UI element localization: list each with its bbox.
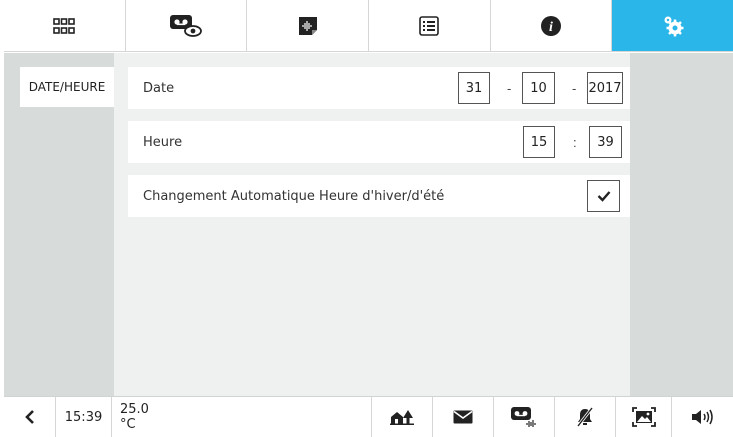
month-field[interactable]: 10 [522, 72, 555, 104]
sidebar-item-label: DATE/HEURE [28, 80, 106, 94]
date-row: Date 31 - 10 - 2017 [128, 67, 630, 109]
home-scene-button[interactable] [372, 397, 433, 437]
svg-text:i: i [549, 20, 553, 35]
sidebar: DATE/HEURE [4, 53, 114, 396]
tab-apps[interactable] [4, 0, 126, 51]
top-navigation: i [4, 0, 733, 52]
time-separator: : [573, 134, 577, 150]
tab-list[interactable] [369, 0, 491, 51]
day-field[interactable]: 31 [458, 72, 490, 104]
checkmark-icon [597, 191, 610, 202]
minute-field[interactable]: 39 [589, 126, 622, 158]
dst-row: Changement Automatique Heure d'hiver/d'é… [128, 175, 630, 217]
envelope-icon [453, 410, 473, 424]
tab-voicemail-view[interactable] [126, 0, 248, 51]
house-tree-icon [390, 410, 414, 425]
chevron-left-icon [24, 410, 34, 424]
tab-info[interactable]: i [491, 0, 613, 51]
photo-frame-button[interactable] [616, 397, 672, 437]
volume-button[interactable] [672, 397, 733, 437]
time-label: Heure [143, 134, 183, 150]
bell-muted-icon [576, 407, 594, 427]
dst-label: Changement Automatique Heure d'hiver/d'é… [143, 188, 445, 204]
date-separator: - [507, 80, 512, 96]
right-panel [630, 53, 733, 396]
tab-settings[interactable] [612, 0, 733, 51]
status-temperature: 25.0 °C [120, 402, 149, 432]
year-field[interactable]: 2017 [587, 72, 623, 104]
tab-audio-messages[interactable] [247, 0, 370, 51]
voicemail-audio-icon [511, 407, 536, 427]
bottom-spacer [168, 397, 372, 437]
status-time: 15:39 [56, 397, 112, 437]
voicemail-audio-button[interactable] [494, 397, 555, 437]
back-button[interactable] [4, 397, 56, 437]
list-icon [419, 15, 440, 36]
date-separator: - [572, 80, 577, 96]
date-label: Date [143, 80, 175, 96]
audio-note-icon [298, 16, 317, 35]
bottom-status-bar: 15:39 25.0 °C [4, 396, 733, 437]
time-row: Heure 15 : 39 [128, 121, 630, 163]
mute-bell-button[interactable] [555, 397, 616, 437]
sidebar-item-date-heure[interactable]: DATE/HEURE [20, 67, 114, 107]
settings-content: Date 31 - 10 - 2017 Heure 15 : 39 Change… [114, 53, 630, 396]
info-icon: i [541, 15, 562, 36]
speaker-volume-icon [691, 409, 713, 425]
messages-button[interactable] [433, 397, 494, 437]
hour-field[interactable]: 15 [523, 126, 555, 158]
grid-icon [53, 17, 76, 34]
picture-frame-icon [631, 407, 656, 427]
settings-gears-icon [664, 16, 684, 36]
voicemail-eye-icon [170, 14, 202, 37]
dst-checkbox[interactable] [587, 180, 620, 212]
